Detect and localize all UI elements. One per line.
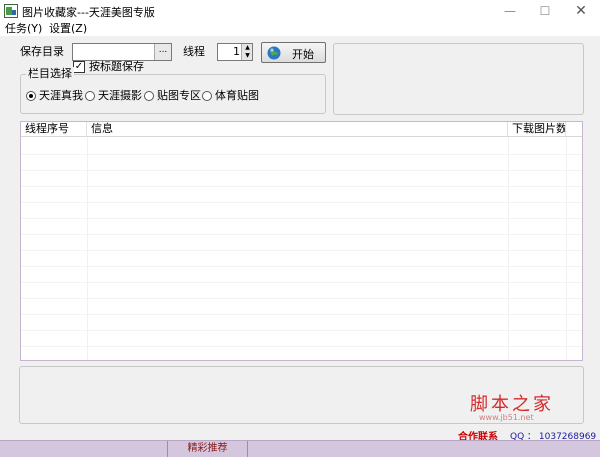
row-line [21,282,582,283]
category-group-title: 栏目选择 [26,67,74,81]
menu-settings[interactable]: 设置(Z) [49,22,87,36]
row-line [21,330,582,331]
row-line [21,266,582,267]
menu-bar: 任务(Y) 设置(Z) [0,22,600,36]
task-list[interactable]: 线程序号 信息 下载图片数 [20,121,583,361]
radio-tianya-sheying[interactable] [85,91,95,101]
start-button[interactable]: 开始 [261,42,326,63]
window-title: 图片收藏家---天涯美图专版 [22,6,155,19]
main-panel: 保存目录 ... 线程 1 ▲ ▼ 开始 ✓ 按标题保存 栏目选择 天涯真我 天… [0,36,600,457]
row-line [21,154,582,155]
row-line [21,170,582,171]
save-by-title-label: 按标题保存 [89,60,144,73]
row-line [21,234,582,235]
start-label: 开始 [292,48,314,61]
row-line [21,298,582,299]
globe-icon [267,46,281,60]
browse-button[interactable]: ... [154,44,171,60]
app-icon [4,4,18,18]
radio-label: 天涯摄影 [98,89,142,102]
status-panel-left [0,441,168,457]
threads-stepper[interactable]: 1 ▲ ▼ [217,43,253,61]
stepper-buttons: ▲ ▼ [241,44,252,60]
save-by-title-checkbox[interactable]: ✓ [73,61,85,73]
radio-label: 天涯真我 [39,89,83,102]
menu-task[interactable]: 任务(Y) [5,22,42,36]
status-bar: 精彩推荐 [0,440,600,457]
column-header-thread[interactable]: 线程序号 [21,122,87,136]
radio-label: 贴图专区 [157,89,201,102]
threads-value: 1 [233,45,240,58]
stepper-down-icon[interactable]: ▼ [243,52,252,60]
featured-link[interactable]: 精彩推荐 [168,441,248,457]
close-button[interactable]: ✕ [566,0,596,22]
radio-tietu-zhuanqu[interactable] [144,91,154,101]
column-header-count[interactable]: 下载图片数 [508,122,566,136]
minimize-button[interactable]: — [495,0,525,22]
row-line [21,346,582,347]
row-line [21,314,582,315]
radio-label: 体育贴图 [215,89,259,102]
row-line [21,218,582,219]
title-bar: 图片收藏家---天涯美图专版 — ☐ ✕ [0,0,600,22]
threads-label: 线程 [183,45,205,58]
watermark-url: www.jb51.net [479,413,534,422]
maximize-button[interactable]: ☐ [530,0,560,22]
row-line [21,186,582,187]
radio-tiyu-tietu[interactable] [202,91,212,101]
preview-panel [333,43,584,115]
radio-tianya-zhenwo[interactable] [26,91,36,101]
row-line [21,250,582,251]
row-line [21,202,582,203]
stepper-up-icon[interactable]: ▲ [243,44,252,52]
list-header: 线程序号 信息 下载图片数 [21,122,582,137]
column-header-filler [566,122,582,136]
column-header-info[interactable]: 信息 [87,122,508,136]
save-dir-label: 保存目录 [20,45,64,58]
